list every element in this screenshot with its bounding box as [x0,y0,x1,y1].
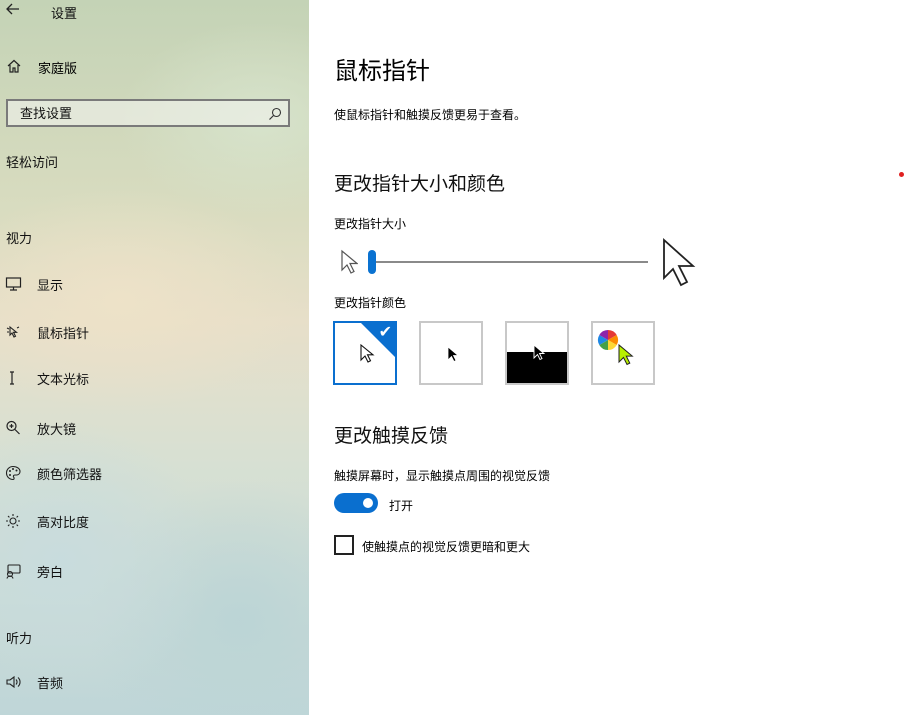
pointer-color-custom[interactable] [591,321,655,385]
search-box[interactable] [6,99,290,127]
darker-feedback-label[interactable]: 使触摸点的视觉反馈更暗和更大 [362,538,530,555]
white-pointer-icon [360,343,375,363]
search-input[interactable] [18,104,262,124]
main-content: 鼠标指针 使鼠标指针和触摸反馈更易于查看。 更改指针大小和颜色 更改指针大小 更… [309,0,906,715]
pointer-size-slider[interactable] [334,237,704,292]
sidebar-item-label: 放大镜 [37,423,77,438]
sidebar-item-audio[interactable]: 音频 [0,670,300,694]
monitor-icon [5,276,23,292]
sidebar-item-label: 旁白 [37,566,64,581]
darker-feedback-checkbox[interactable] [334,535,354,555]
sidebar-item-label: 音频 [37,677,64,692]
sidebar-item-label: 高对比度 [37,516,90,531]
sidebar-item-narrator[interactable]: 旁白 [0,559,300,583]
large-pointer-icon [663,237,696,287]
back-button[interactable] [6,2,24,20]
magnifier-icon [5,420,23,436]
slider-thumb[interactable] [368,250,376,274]
back-arrow-icon [6,3,19,15]
page-title: 鼠标指针 [334,57,430,85]
pointer-section-heading: 更改指针大小和颜色 [334,173,506,195]
sidebar-item-mouse-pointer[interactable]: 鼠标指针 [0,320,300,344]
sidebar-item-magnifier[interactable]: 放大镜 [0,416,300,440]
text-cursor-icon [5,370,23,386]
sidebar-item-label: 鼠标指针 [37,327,90,342]
sidebar-item-color-filters[interactable]: 颜色筛选器 [0,461,300,485]
narrator-icon [5,563,23,579]
section-title-hearing: 听力 [6,632,33,647]
sidebar-item-label: 颜色筛选器 [37,468,103,483]
page-description: 使鼠标指针和触摸反馈更易于查看。 [334,108,527,122]
sidebar-item-label: 文本光标 [37,373,90,388]
sidebar-item-text-cursor[interactable]: 文本光标 [0,366,300,390]
pointer-color-label: 更改指针颜色 [334,296,407,310]
black-pointer-icon [447,346,460,363]
app-title: 设置 [51,7,78,22]
touch-feedback-toggle[interactable] [334,493,378,513]
red-dot-indicator [899,172,904,177]
sidebar-item-label: 显示 [37,279,64,294]
lime-pointer-icon [618,343,634,366]
toggle-knob [363,498,373,508]
section-title-vision: 视力 [6,232,33,247]
color-wheel-icon [597,329,619,351]
sidebar-item-label: 家庭版 [38,62,78,77]
pointer-size-label: 更改指针大小 [334,217,407,231]
mouse-pointer-icon [5,324,23,340]
sidebar-item-display[interactable]: 显示 [0,272,300,296]
checkmark-icon: ✔ [378,322,392,341]
pointer-color-white[interactable]: ✔ [333,321,397,385]
toggle-state-label: 打开 [389,499,414,513]
sidebar-item-high-contrast[interactable]: 高对比度 [0,509,300,533]
color-palette-icon [5,465,23,481]
small-pointer-icon [341,249,358,274]
inverted-pointer-icon [533,344,546,361]
pointer-color-black[interactable] [419,321,483,385]
touch-section-heading: 更改触摸反馈 [334,425,449,447]
pointer-color-inverted[interactable] [505,321,569,385]
category-title: 轻松访问 [6,156,59,171]
sidebar-item-home[interactable]: 家庭版 [0,56,300,78]
contrast-sun-icon [5,513,23,529]
touch-feedback-label: 触摸屏幕时，显示触摸点周围的视觉反馈 [334,469,551,483]
search-icon[interactable] [268,106,282,125]
slider-track[interactable] [370,261,648,263]
home-icon [6,58,22,78]
sidebar: 设置 家庭版 轻松访问 视力 显示 鼠标指针 文本光标 放 [0,0,309,715]
speaker-icon [5,674,23,690]
